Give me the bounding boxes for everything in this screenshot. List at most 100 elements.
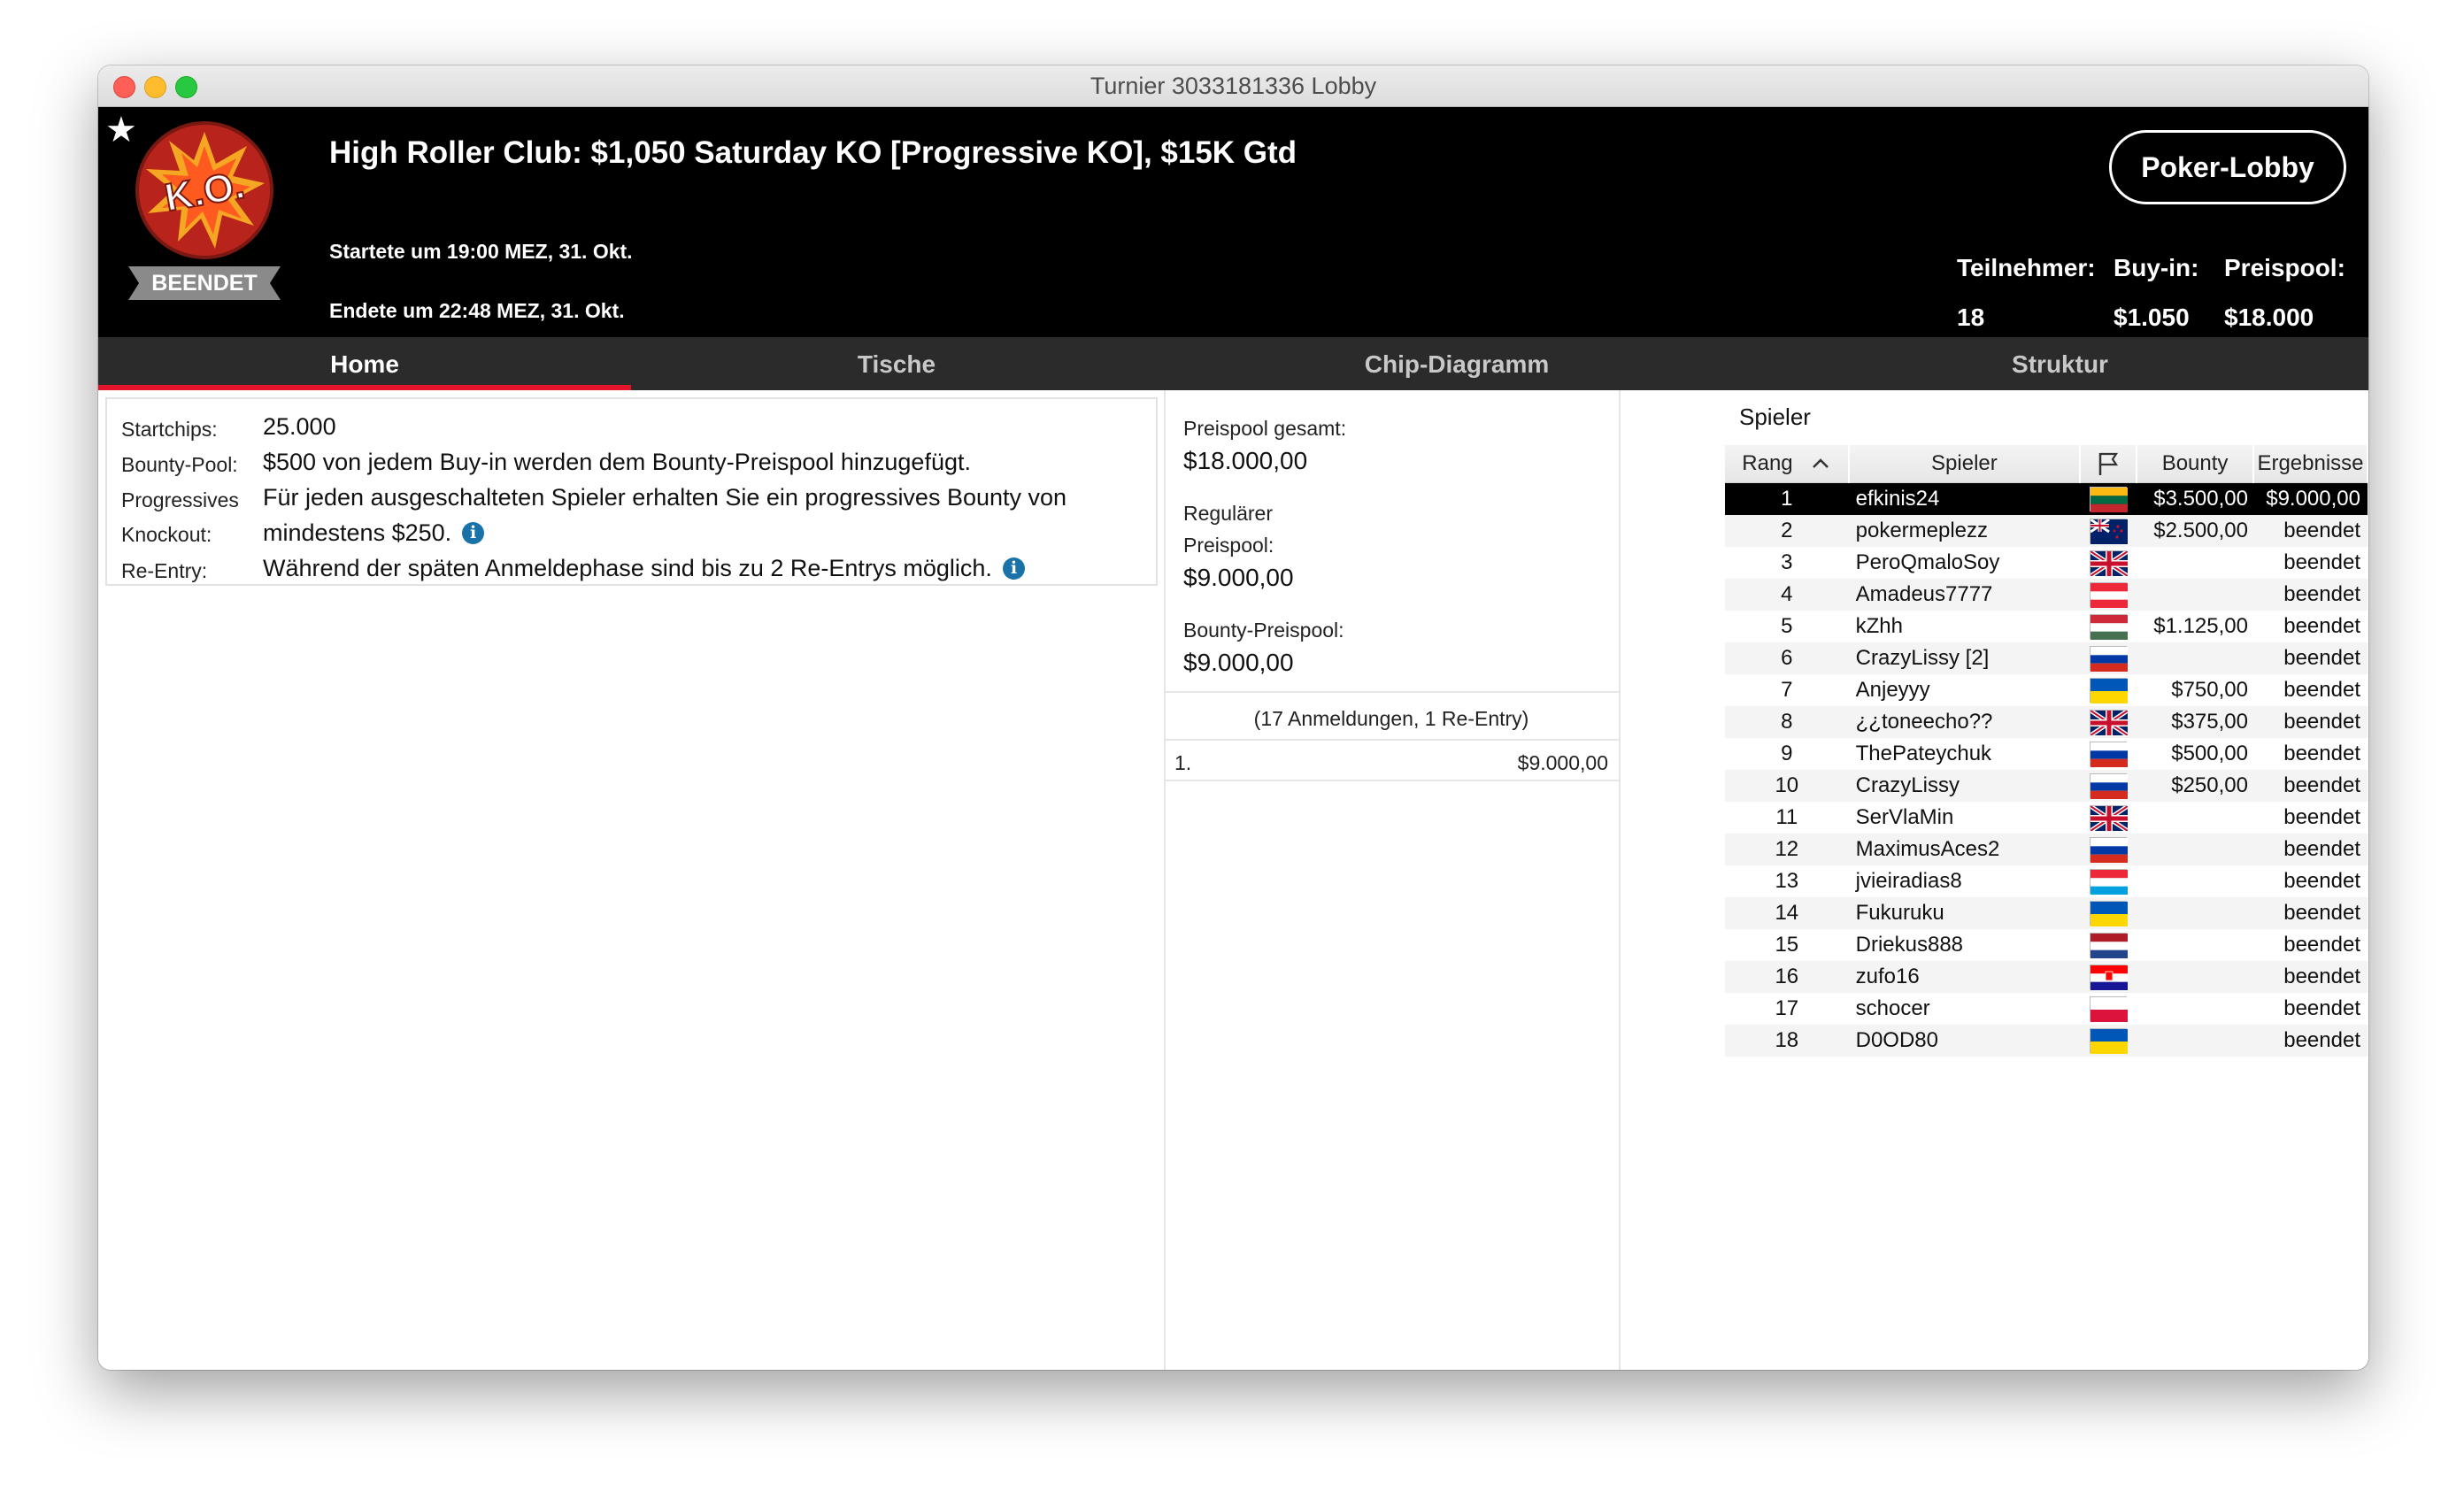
column-header-bounty[interactable]: Bounty — [2137, 445, 2254, 483]
country-flag-icon — [2090, 742, 2129, 768]
info-icon[interactable]: i — [462, 522, 485, 544]
player-result: beendet — [2253, 579, 2368, 611]
player-rank: 18 — [1725, 1025, 1849, 1057]
column-header-country[interactable] — [2080, 445, 2138, 483]
player-row[interactable]: 4 Amadeus7777 beendet — [1725, 579, 2368, 611]
buyin-label: Buy-in: — [2114, 254, 2199, 281]
player-bounty — [2137, 834, 2253, 865]
player-row[interactable]: 2 pokermeplezz $2.500,00 beendet — [1725, 515, 2368, 547]
column-header-rank[interactable]: Rang — [1725, 445, 1850, 483]
tab-bar: Home Tische Chip-Diagramm Struktur — [98, 337, 2368, 390]
participants-value: 18 — [1957, 304, 1985, 331]
info-icon[interactable]: i — [1002, 557, 1025, 580]
startchips-value: 25.000 — [263, 413, 336, 440]
player-country — [2080, 579, 2137, 611]
player-country — [2080, 865, 2137, 897]
players-table: Rang Spieler Bounty Ergebnisse 1 efkinis2… — [1725, 445, 2368, 1057]
column-divider — [1619, 390, 1621, 1370]
player-row[interactable]: 7 Anjeyyy $750,00 beendet — [1725, 674, 2368, 706]
tab-home[interactable]: Home — [98, 337, 631, 390]
player-row[interactable]: 6 CrazyLissy [2] beendet — [1725, 642, 2368, 674]
player-name: Driekus888 — [1855, 933, 1964, 957]
end-time: Endete um 22:48 MEZ, 31. Okt. — [329, 299, 625, 322]
player-row[interactable]: 10 CrazyLissy $250,00 beendet — [1725, 770, 2368, 802]
bounty-pool-value: $500 von jedem Buy-in werden dem Bounty-… — [263, 449, 971, 475]
player-result: beendet — [2283, 805, 2360, 829]
player-row[interactable]: 14 Fukuruku beendet — [1725, 897, 2368, 929]
player-rank: 11 — [1775, 805, 1798, 829]
progressive-value-line1: Für jeden ausgeschalteten Spieler erhalt… — [263, 484, 1067, 511]
player-rank: 17 — [1775, 996, 1799, 1020]
player-name: SerVlaMin — [1855, 805, 1954, 829]
player-row[interactable]: 11 SerVlaMin beendet — [1725, 802, 2368, 834]
player-name: ¿¿toneecho?? — [1848, 706, 2081, 738]
player-bounty: $2.500,00 — [2137, 515, 2253, 547]
country-flag-icon — [2090, 519, 2129, 545]
tournament-info-panel: Startchips: 25.000 Bounty-Pool: $500 von… — [105, 397, 1158, 586]
player-rank: 16 — [1725, 961, 1849, 993]
player-row[interactable]: 13 jvieiradias8 beendet — [1725, 865, 2368, 897]
tab-structure[interactable]: Struktur — [1752, 337, 2368, 390]
country-flag-icon — [2089, 550, 2129, 579]
poker-lobby-button[interactable]: Poker-Lobby — [2109, 130, 2346, 204]
tab-structure-label: Struktur — [2012, 350, 2108, 378]
country-flag-icon — [2090, 965, 2129, 991]
tab-tables[interactable]: Tische — [631, 337, 1162, 390]
player-result: beendet — [2253, 515, 2368, 547]
progressive-value-line2: mindestens $250. i — [263, 519, 485, 547]
player-name: zufo16 — [1848, 961, 2081, 993]
country-flag-icon — [2090, 901, 2129, 927]
prizepool-panel: Preispool gesamt: $18.000,00 Regulärer P… — [1164, 390, 1619, 1370]
player-bounty — [2137, 642, 2253, 674]
ko-logo-icon: K.O. — [135, 121, 273, 259]
player-rank: 13 — [1775, 869, 1799, 893]
player-country — [2080, 706, 2137, 738]
start-time: Startete um 19:00 MEZ, 31. Okt. — [329, 240, 633, 263]
total-prizepool-value: $18.000,00 — [1183, 447, 1308, 474]
player-name: MaximusAces2 — [1848, 834, 2081, 865]
player-row[interactable]: 17 schocer beendet — [1725, 993, 2368, 1025]
player-row[interactable]: 9 ThePateychuk $500,00 beendet — [1725, 738, 2368, 770]
player-row[interactable]: 16 zufo16 beendet — [1725, 961, 2368, 993]
column-header-results[interactable]: Ergebnisse — [2253, 445, 2368, 483]
player-row[interactable]: 12 MaximusAces2 beendet — [1725, 834, 2368, 865]
player-rank: 7 — [1781, 678, 1793, 702]
country-flag-icon — [2089, 804, 2129, 834]
player-name: ThePateychuk — [1855, 742, 1992, 765]
player-row[interactable]: 15 Driekus888 beendet — [1725, 929, 2368, 961]
player-name: schocer — [1855, 996, 1930, 1020]
player-row[interactable]: 3 PeroQmaloSoy beendet — [1725, 547, 2368, 579]
country-flag-icon — [2090, 646, 2129, 673]
country-flag-icon — [2090, 837, 2129, 864]
player-bounty — [2137, 802, 2253, 834]
player-row[interactable]: 8 ¿¿toneecho?? $375,00 beendet — [1725, 706, 2368, 738]
player-country — [2080, 929, 2137, 961]
player-result: $9.000,00 — [2253, 482, 2368, 515]
registrations-summary: (17 Anmeldungen, 1 Re-Entry) — [1253, 707, 1529, 730]
player-row[interactable]: 18 D0OD80 beendet — [1725, 1025, 2368, 1057]
player-bounty — [2137, 993, 2253, 1025]
player-result: beendet — [2253, 642, 2368, 674]
player-name: efkinis24 — [1848, 482, 2081, 515]
regular-prizepool-value: $9.000,00 — [1183, 564, 1294, 591]
tab-chip-chart[interactable]: Chip-Diagramm — [1162, 337, 1752, 390]
country-flag-icon — [2090, 1028, 2129, 1055]
country-flag-icon — [2089, 709, 2129, 738]
player-country — [2080, 1025, 2137, 1057]
player-row[interactable]: 5 kZhh $1.125,00 beendet — [1725, 611, 2368, 642]
player-rank: 6 — [1725, 642, 1849, 674]
reentry-label: Re-Entry: — [121, 559, 208, 582]
favorite-star-icon[interactable]: ★ — [105, 112, 137, 148]
payout-amount: $9.000,00 — [1517, 751, 1608, 774]
sort-ascending-icon — [1813, 458, 1829, 468]
player-bounty: $375,00 — [2137, 706, 2253, 738]
player-bounty — [2137, 547, 2253, 579]
tournament-name: High Roller Club: $1,050 Saturday KO [Pr… — [329, 135, 1297, 170]
player-row[interactable]: 1 efkinis24 $3.500,00 $9.000,00 — [1725, 482, 2368, 515]
progressive-label-line2: Knockout: — [121, 523, 212, 546]
column-header-player[interactable]: Spieler — [1848, 445, 2082, 483]
country-flag-icon — [2090, 487, 2129, 513]
players-table-header: Rang Spieler Bounty Ergebnisse — [1725, 445, 2368, 483]
player-country — [2080, 642, 2137, 674]
player-rank: 1 — [1725, 482, 1849, 515]
